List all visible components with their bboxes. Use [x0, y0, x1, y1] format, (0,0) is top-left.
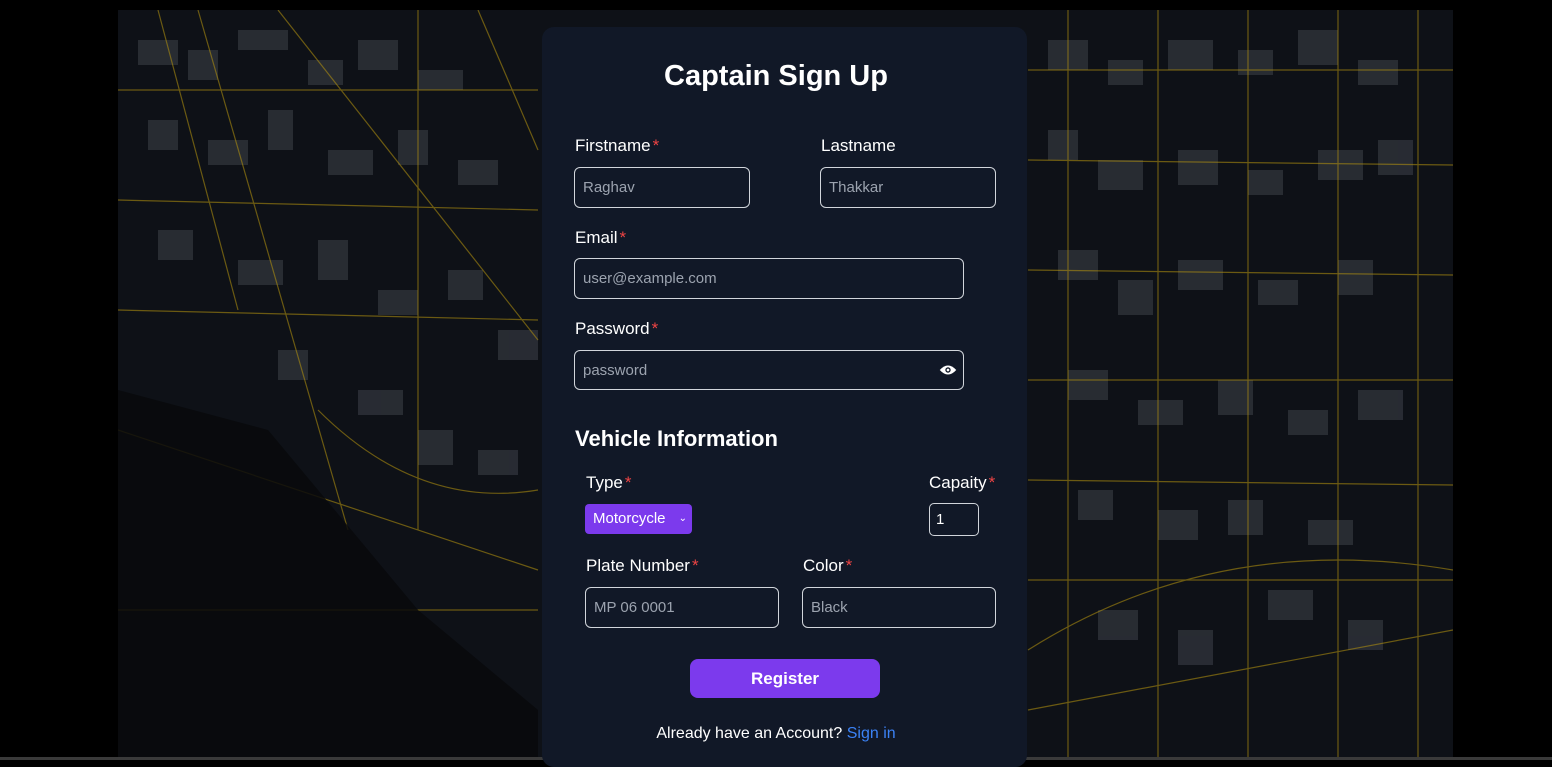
required-mark: *	[652, 136, 660, 155]
email-label: Email *	[575, 228, 627, 247]
color-input[interactable]	[802, 587, 996, 628]
required-mark: *	[988, 473, 996, 492]
plate-number-label: Plate Number *	[586, 556, 699, 575]
capacity-input[interactable]: 1	[929, 503, 979, 536]
required-mark: *	[619, 228, 627, 247]
chevron-down-icon: ⌄	[678, 513, 687, 524]
email-input[interactable]	[574, 258, 964, 299]
account-text: Already have an Account?	[656, 725, 843, 742]
signin-link[interactable]: Sign in	[847, 725, 896, 742]
required-mark: *	[624, 473, 632, 492]
required-mark: *	[691, 556, 699, 575]
vehicle-type-value: Motorcycle	[593, 510, 666, 527]
lastname-label: Lastname	[821, 136, 896, 155]
type-label: Type *	[586, 473, 632, 492]
lastname-input[interactable]	[820, 167, 996, 208]
vehicle-section-title: Vehicle Information	[575, 426, 778, 451]
password-label: Password *	[575, 319, 659, 338]
color-label: Color *	[803, 556, 853, 575]
vehicle-type-select[interactable]: Motorcycle ⌄	[585, 504, 692, 534]
register-button[interactable]: Register	[690, 659, 880, 698]
page-title: Captain Sign Up	[664, 60, 888, 92]
eye-icon[interactable]	[939, 362, 957, 378]
capacity-label: Capaity *	[929, 473, 996, 492]
firstname-input[interactable]	[574, 167, 750, 208]
password-input[interactable]	[574, 350, 964, 390]
required-mark: *	[651, 319, 659, 338]
signin-prompt: Already have an Account? Sign in	[0, 724, 1552, 744]
plate-number-input[interactable]	[585, 587, 779, 628]
required-mark: *	[845, 556, 853, 575]
firstname-label: Firstname *	[575, 136, 660, 155]
